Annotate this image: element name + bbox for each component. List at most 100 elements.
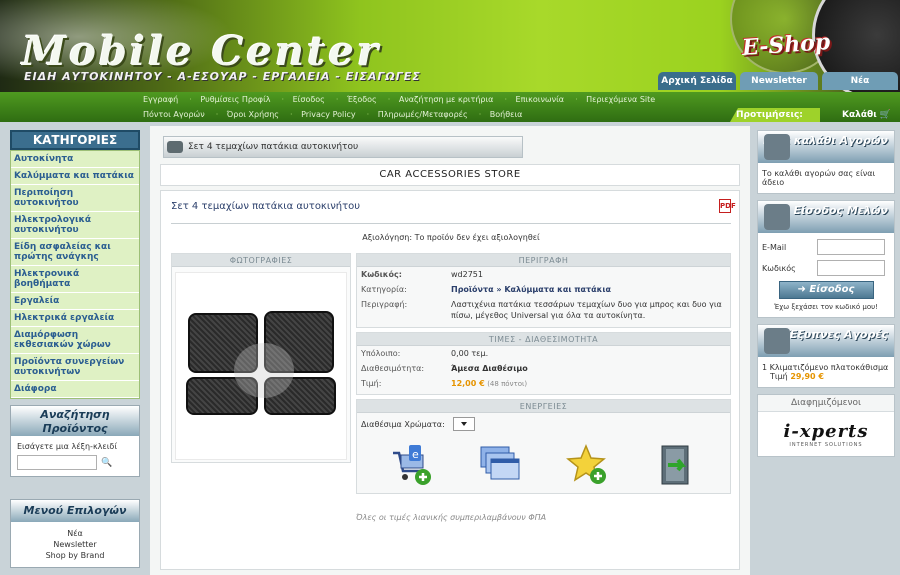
tab-newsletter[interactable]: Newsletter	[740, 72, 818, 90]
breadcrumb: Σετ 4 τεμαχίων πατάκια αυτοκινήτου	[163, 136, 523, 158]
menu-login[interactable]: Είσοδος	[293, 95, 325, 104]
car-icon	[167, 141, 183, 153]
store-title: CAR ACCESSORIES STORE	[160, 164, 740, 186]
category-car-care[interactable]: Περιποίηση αυτοκινήτου	[11, 185, 139, 212]
tab-home[interactable]: Αρχική Σελίδα	[658, 72, 736, 90]
svg-text:e: e	[412, 448, 419, 461]
menu-privacy-policy[interactable]: Privacy Policy	[301, 110, 356, 119]
site-slogan: ΕΙΔΗ ΑΥΤΟΚΙΝΗΤΟΥ - Α-ΕΣΟΥΑΡ - ΕΡΓΑΛΕΙΑ -…	[24, 70, 421, 83]
bestseller-price-label: Τιμή	[770, 372, 788, 381]
search-icon[interactable]: 🔍	[101, 458, 112, 468]
login-button[interactable]: ➜ Είσοδος	[778, 281, 874, 299]
description-value: Λαστιχένια πατάκια τεσσάρων τεμαχίων δυο…	[451, 300, 722, 320]
category-label: Κατηγορία:	[361, 285, 407, 294]
password-label: Κωδικός	[762, 263, 796, 273]
options-menu-box: Μενού Επιλογών Νέα Newsletter Shop by Br…	[10, 499, 140, 568]
menu-logout[interactable]: Έξοδος	[347, 95, 377, 104]
price-label: Τιμή:	[361, 379, 382, 388]
mini-cart-box: Μίνι καλάθι Αγορών Το καλάθι αγορών σας …	[757, 130, 895, 194]
category-link[interactable]: Προϊόντα » Καλύμματα και πατάκια	[451, 284, 726, 295]
menu-help[interactable]: Βοήθεια	[490, 110, 523, 119]
menu-terms[interactable]: Όροι Χρήσης	[227, 110, 279, 119]
mini-cart-text: Το καλάθι αγορών σας είναι άδειο	[762, 169, 876, 187]
email-field[interactable]	[817, 239, 885, 255]
options-menu-title: Μενού Επιλογών	[11, 500, 139, 522]
go-back-door-icon[interactable]	[654, 443, 698, 487]
description-head: ΠΕΡΙΓΡΑΦΗ	[357, 254, 730, 267]
product-info: ΠΕΡΙΓΡΑΦΗ Κωδικός: wd2751 Κατηγορία: Προ…	[356, 253, 731, 498]
stock-label: Υπόλοιπο:	[361, 349, 401, 358]
category-power-tools[interactable]: Ηλεκτρικά εργαλεία	[11, 310, 139, 327]
compare-icon[interactable]	[477, 443, 521, 487]
menu-payments-shipping[interactable]: Πληρωμές/Μεταφορές	[378, 110, 468, 119]
menu-advanced-search[interactable]: Αναζήτηση με κριτήρια	[399, 95, 494, 104]
photos-section: ΦΩΤΟΓΡΑΦΙΕΣ	[171, 253, 351, 463]
category-garage-products[interactable]: Προϊόντα συνεργείων αυτοκινήτων	[11, 354, 139, 381]
bestseller-price: 29,90 €	[790, 372, 824, 381]
menu-row-2: Πόντοι Αγορών · Όροι Χρήσης · Privacy Poli…	[143, 110, 523, 119]
right-sidebar: Μίνι καλάθι Αγορών Το καλάθι αγορών σας …	[757, 130, 895, 463]
add-to-favorites-icon[interactable]	[565, 443, 610, 487]
menu-link-news[interactable]: Νέα	[17, 528, 133, 539]
colors-select[interactable]	[452, 417, 475, 431]
menu-link-shop-by-brand[interactable]: Shop by Brand	[17, 550, 133, 561]
description-section: ΠΕΡΙΓΡΑΦΗ Κωδικός: wd2751 Κατηγορία: Προ…	[356, 253, 731, 328]
photos-head: ΦΩΤΟΓΡΑΦΙΕΣ	[172, 254, 350, 267]
tab-news[interactable]: Νέα	[822, 72, 898, 90]
category-covers-mats[interactable]: Καλύμματα και πατάκια	[11, 168, 139, 185]
category-safety[interactable]: Είδη ασφαλείας και πρώτης ανάγκης	[11, 239, 139, 266]
category-showroom[interactable]: Διαμόρφωση εκθεσιακών χώρων	[11, 327, 139, 354]
categories-list: Αυτοκίνητα Καλύμματα και πατάκια Περιποί…	[10, 150, 140, 399]
advertiser-logo: i-xperts	[783, 420, 869, 442]
menu-profile-settings[interactable]: Ρυθμίσεις Προφίλ	[200, 95, 270, 104]
site-header: Mobile Center ΕΙΔΗ ΑΥΤΟΚΙΝΗΤΟΥ - Α-ΕΣΟΥΑ…	[0, 0, 900, 92]
category-cars[interactable]: Αυτοκίνητα	[11, 151, 139, 168]
category-electronics[interactable]: Ηλεκτρονικά βοηθήματα	[11, 266, 139, 293]
category-tools[interactable]: Εργαλεία	[11, 293, 139, 310]
rating-label: Αξιολόγηση:	[362, 233, 413, 242]
product-image[interactable]	[175, 272, 347, 460]
search-input[interactable]	[17, 455, 97, 470]
cart-icon: 🛒	[879, 110, 892, 120]
availability-value: Άμεσα Διαθέσιμο	[451, 364, 528, 373]
advertiser-banner[interactable]: i-xperts INTERNET SOLUTIONS	[758, 412, 894, 456]
image-watermark	[234, 343, 294, 398]
cart-label: Καλάθι	[842, 110, 877, 120]
rating-line: Αξιολόγηση: Το προϊόν δεν έχει αξιολογηθ…	[161, 233, 741, 242]
menu-link-newsletter[interactable]: Newsletter	[17, 539, 133, 550]
prices-section: ΤΙΜΕΣ - ΔΙΑΘΕΣΙΜΟΤΗΤΑ Υπόλοιπο: 0,00 τεμ…	[356, 332, 731, 395]
login-button-label: Είσοδος	[809, 284, 855, 295]
bestseller-item[interactable]: 1 Κλιματιζόμενο πλατοκάθισμα	[762, 363, 890, 372]
shopping-cart-icon	[764, 134, 790, 160]
actions-head: ΕΝΕΡΓΕΙΕΣ	[357, 400, 730, 413]
menu-register[interactable]: Εγγραφή	[143, 95, 178, 104]
main-content: Σετ 4 τεμαχίων πατάκια αυτοκινήτου CAR A…	[150, 126, 750, 575]
add-to-cart-icon[interactable]: e	[389, 443, 433, 487]
actions-section: ΕΝΕΡΓΕΙΕΣ Διαθέσιμα Χρώματα: e	[356, 399, 731, 494]
password-field[interactable]	[817, 260, 885, 276]
colors-label: Διαθέσιμα Χρώματα:	[361, 419, 445, 429]
actions-row: e	[357, 435, 730, 493]
forgot-password-link[interactable]: Έχω ξεχάσει τον κωδικό μου!	[762, 303, 890, 311]
menu-row-1: Εγγραφή · Ρυθμίσεις Προφίλ · Είσοδος · Έξοδ…	[143, 95, 656, 104]
advertiser-tagline: INTERNET SOLUTIONS	[789, 441, 863, 448]
prices-head: ΤΙΜΕΣ - ΔΙΑΘΕΣΙΜΟΤΗΤΑ	[357, 333, 730, 346]
code-label: Κωδικός:	[361, 270, 402, 279]
favorites-link[interactable]: Προτιμήσεις:	[730, 108, 820, 122]
advertisers-title: Διαφημιζόμενοι	[758, 395, 894, 412]
pdf-icon[interactable]: PDF	[719, 199, 736, 213]
product-search-box: Αναζήτηση Προϊόντος Εισάγετε μια λέξη-κλ…	[10, 405, 140, 477]
login-title: Είσοδος Μελών	[793, 204, 888, 217]
menu-site-contents[interactable]: Περιεχόμενα Site	[586, 95, 655, 104]
category-electrical[interactable]: Ηλεκτρολογικά αυτοκινήτου	[11, 212, 139, 239]
advertisers-box: Διαφημιζόμενοι i-xperts INTERNET SOLUTIO…	[757, 394, 895, 457]
menu-purchase-points[interactable]: Πόντοι Αγορών	[143, 110, 205, 119]
category-misc[interactable]: Διάφορα	[11, 381, 139, 398]
menu-contact[interactable]: Επικοινωνία	[516, 95, 565, 104]
cart-link[interactable]: Καλάθι 🛒	[842, 108, 891, 122]
vat-note: Όλες οι τιμές λιανικής συμπεριλαμβάνουν …	[355, 513, 547, 522]
site-logo[interactable]: Mobile Center	[22, 28, 381, 75]
search-hint: Εισάγετε μια λέξη-κλειδί	[17, 442, 118, 451]
code-value: wd2751	[451, 270, 483, 279]
bestseller-icon	[764, 328, 790, 354]
